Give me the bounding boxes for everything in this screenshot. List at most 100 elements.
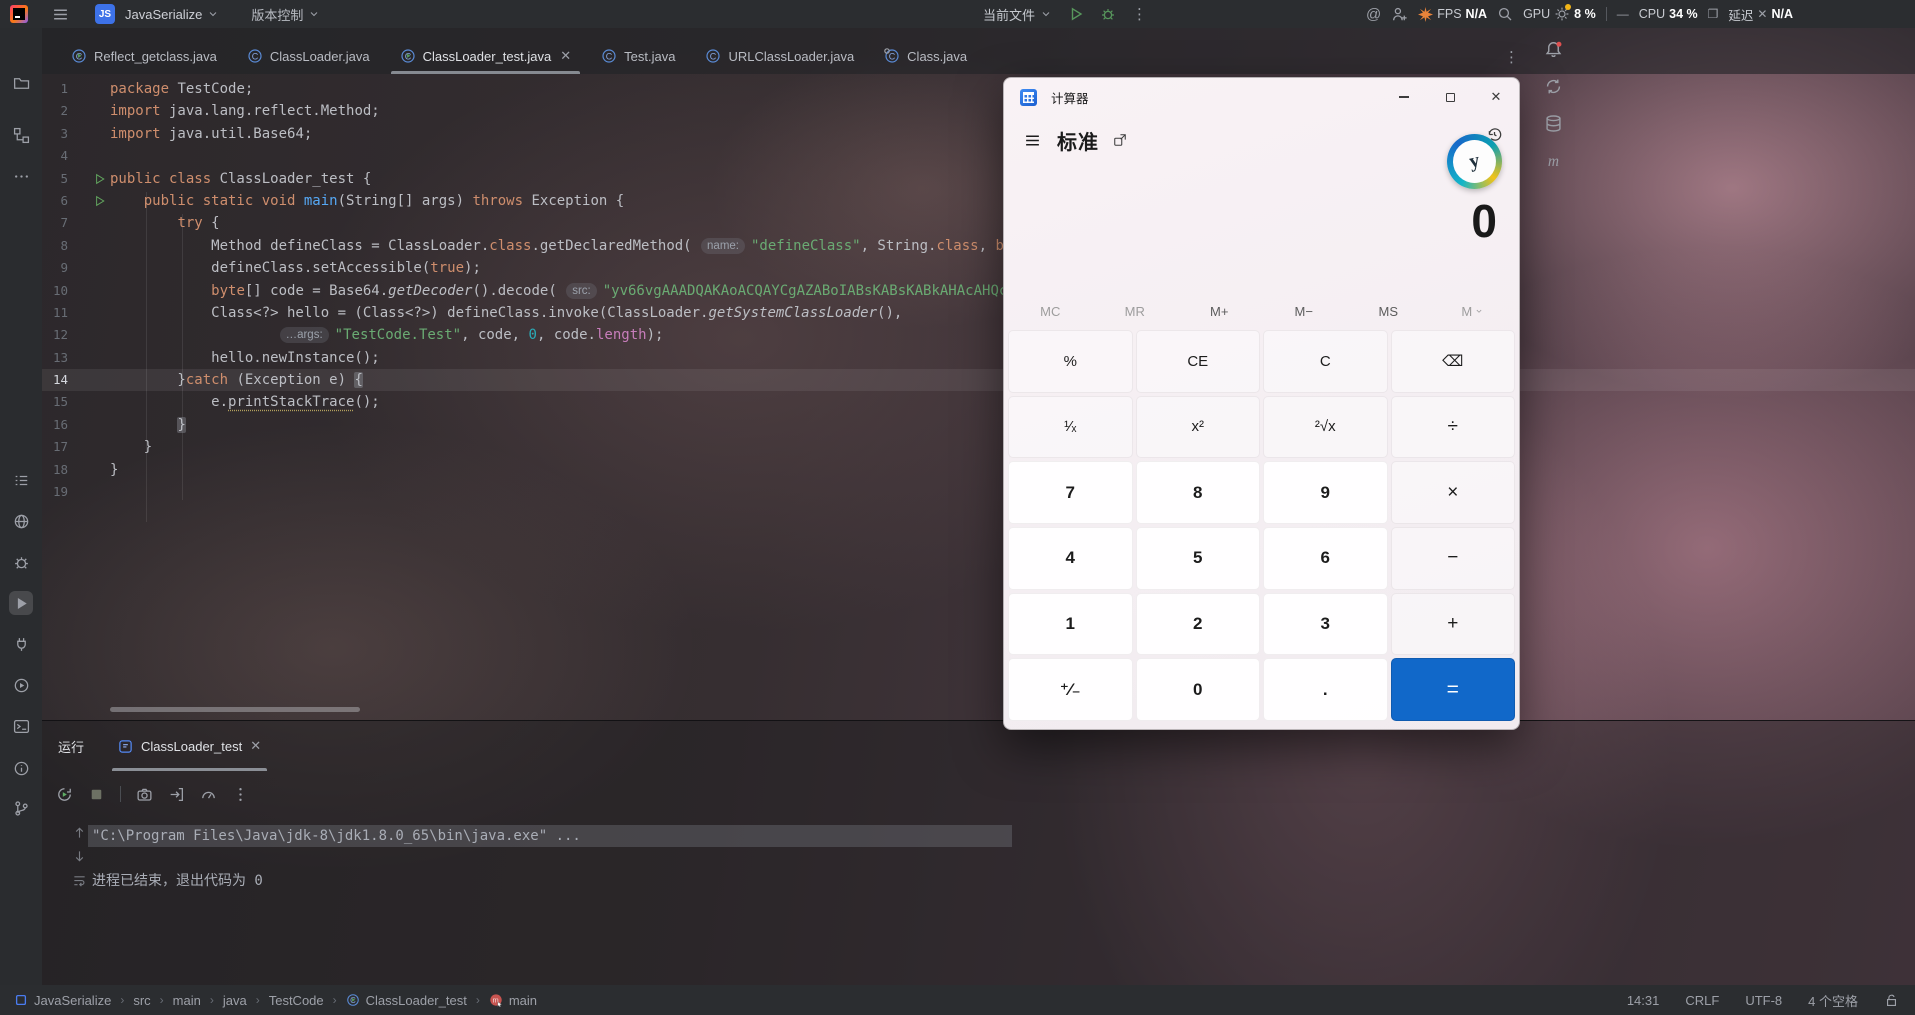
close-icon[interactable]: ✕	[560, 48, 571, 64]
hamburger-menu-icon[interactable]	[1024, 132, 1041, 149]
equals-button[interactable]: =	[1391, 658, 1516, 721]
soft-wrap-icon[interactable]	[72, 873, 87, 888]
close-button[interactable]: ✕	[1473, 78, 1519, 116]
gear-icon[interactable]	[1554, 6, 1570, 22]
editor-tab[interactable]: CURLClassLoader.java	[690, 38, 869, 74]
code-editor[interactable]: 1package TestCode;2import java.lang.refl…	[42, 74, 1915, 720]
editor-tab[interactable]: CTest.java	[586, 38, 690, 74]
stripe-item-database[interactable]	[1544, 114, 1563, 133]
run-tab[interactable]: ClassLoader_test ✕	[112, 721, 267, 771]
negate-button[interactable]: ⁺⁄₋	[1008, 658, 1133, 721]
digit-7-button[interactable]: 7	[1008, 461, 1133, 524]
maximize-button[interactable]	[1427, 78, 1473, 116]
line-separator[interactable]: CRLF	[1685, 993, 1719, 1008]
add-button[interactable]: +	[1391, 593, 1516, 656]
clear-button[interactable]: C	[1263, 330, 1388, 393]
minimize-button[interactable]	[1381, 78, 1427, 116]
calculator-titlebar[interactable]: 计算器 ✕	[1004, 78, 1519, 116]
search-icon[interactable]	[1497, 6, 1513, 22]
console-output[interactable]: "C:\Program Files\Java\jdk-8\jdk1.8.0_65…	[92, 817, 1895, 892]
import-icon[interactable]	[168, 786, 185, 803]
breadcrumb-item[interactable]: JavaSerialize	[14, 993, 111, 1008]
multiply-button[interactable]: ×	[1391, 461, 1516, 524]
readonly-toggle-icon[interactable]	[1884, 993, 1899, 1008]
digit-0-button[interactable]: 0	[1136, 658, 1261, 721]
vcs-widget[interactable]: 版本控制	[251, 5, 320, 24]
editor-tab[interactable]: CClass.java	[869, 38, 982, 74]
maximize-button[interactable]: ❐	[1708, 7, 1719, 21]
divide-button[interactable]: ÷	[1391, 396, 1516, 459]
square-root-button[interactable]: ²√x	[1263, 396, 1388, 459]
digit-1-button[interactable]: 1	[1008, 593, 1133, 656]
digit-2-button[interactable]: 2	[1136, 593, 1261, 656]
close-icon[interactable]: ✕	[250, 738, 261, 754]
square-button[interactable]: x²	[1136, 396, 1261, 459]
editor-tab[interactable]: CClassLoader_test.java✕	[385, 38, 587, 74]
sidebar-item-packages[interactable]	[9, 509, 33, 533]
stripe-item-notifications[interactable]	[1544, 40, 1563, 59]
subtract-button[interactable]: −	[1391, 527, 1516, 590]
memory-mc-button[interactable]: MC	[1008, 294, 1093, 328]
more-actions-icon[interactable]: ⋮	[1132, 5, 1147, 23]
memory-ms-button[interactable]: MS	[1346, 294, 1431, 328]
horizontal-scrollbar[interactable]	[110, 707, 360, 712]
breadcrumb-item[interactable]: TestCode	[269, 993, 324, 1008]
memory-m−-button[interactable]: M−	[1262, 294, 1347, 328]
breadcrumb-item[interactable]: mmain	[489, 993, 537, 1008]
camera-icon[interactable]	[136, 786, 153, 803]
memory-mr-button[interactable]: MR	[1093, 294, 1178, 328]
keep-on-top-icon[interactable]	[1113, 133, 1127, 147]
digit-9-button[interactable]: 9	[1263, 461, 1388, 524]
sidebar-item-services[interactable]	[9, 632, 33, 656]
digit-8-button[interactable]: 8	[1136, 461, 1261, 524]
percent-button[interactable]: %	[1008, 330, 1133, 393]
stripe-item-ai-assistant[interactable]	[1544, 77, 1563, 96]
breadcrumb-item[interactable]: java	[223, 993, 247, 1008]
cursor-position[interactable]: 14:31	[1627, 993, 1660, 1008]
rerun-icon[interactable]	[56, 786, 73, 803]
scroll-up-icon[interactable]	[72, 825, 87, 840]
sidebar-item-problems[interactable]	[9, 756, 33, 780]
sidebar-item-more[interactable]	[9, 164, 33, 188]
calculator-mode-label[interactable]: 标准	[1057, 126, 1099, 155]
editor-tab[interactable]: CReflect_getclass.java	[56, 38, 232, 74]
sidebar-item-todo[interactable]	[9, 468, 33, 492]
ai-spiral-icon[interactable]: @	[1366, 6, 1381, 23]
memory-m-button[interactable]: M	[1431, 294, 1516, 328]
scroll-down-icon[interactable]	[72, 849, 87, 864]
project-avatar[interactable]: JS	[95, 4, 115, 24]
digit-4-button[interactable]: 4	[1008, 527, 1133, 590]
stripe-item-maven[interactable]: m	[1544, 151, 1563, 170]
gauge-icon[interactable]	[200, 786, 217, 803]
file-encoding[interactable]: UTF-8	[1745, 993, 1782, 1008]
reciprocal-button[interactable]: ¹⁄ₓ	[1008, 396, 1133, 459]
sidebar-item-run-anything[interactable]	[9, 673, 33, 697]
digit-3-button[interactable]: 3	[1263, 593, 1388, 656]
indent-style[interactable]: 4 个空格	[1808, 991, 1858, 1010]
more-options-icon[interactable]	[232, 786, 249, 803]
main-menu-icon[interactable]	[52, 6, 69, 23]
breadcrumb-item[interactable]: src	[133, 993, 150, 1008]
debug-button[interactable]	[1100, 6, 1116, 22]
breadcrumb-item[interactable]: main	[173, 993, 201, 1008]
digit-6-button[interactable]: 6	[1263, 527, 1388, 590]
add-user-icon[interactable]	[1391, 6, 1408, 23]
editor-tab[interactable]: CClassLoader.java	[232, 38, 385, 74]
stop-icon[interactable]	[88, 786, 105, 803]
run-button[interactable]	[1068, 6, 1084, 22]
decimal-button[interactable]: .	[1263, 658, 1388, 721]
minimize-button[interactable]: —	[1617, 7, 1629, 21]
memory-m+-button[interactable]: M+	[1177, 294, 1262, 328]
clear-entry-button[interactable]: CE	[1136, 330, 1261, 393]
breadcrumb-item[interactable]: CClassLoader_test	[346, 993, 467, 1008]
close-button[interactable]: ✕	[1757, 7, 1767, 21]
sidebar-item-version-control[interactable]	[9, 796, 33, 820]
sidebar-item-structure[interactable]	[9, 123, 33, 147]
sidebar-item-debug[interactable]	[9, 550, 33, 574]
sidebar-item-terminal[interactable]	[9, 714, 33, 738]
project-selector[interactable]: JavaSerialize	[125, 7, 219, 22]
backspace-button[interactable]: ⌫	[1391, 330, 1516, 393]
digit-5-button[interactable]: 5	[1136, 527, 1261, 590]
run-config-selector[interactable]: 当前文件	[983, 5, 1052, 24]
sidebar-item-project[interactable]	[9, 71, 33, 95]
